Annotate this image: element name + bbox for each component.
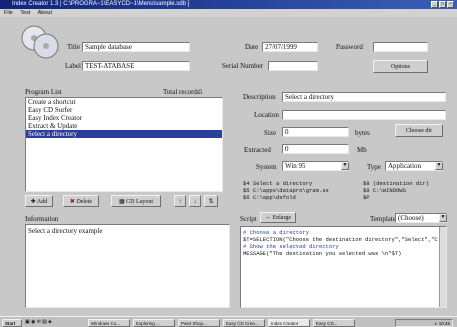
sort-icon: ⇅ xyxy=(208,199,214,205)
folder-icon[interactable]: ▤ xyxy=(42,320,47,325)
mail-icon[interactable]: ✉ xyxy=(37,320,41,325)
label-label: Label xyxy=(65,62,81,70)
arrow-up-icon: ↑ xyxy=(178,199,182,205)
sort-button[interactable]: ⇅ xyxy=(204,195,218,207)
task-button[interactable]: Exploring ... xyxy=(133,319,175,327)
start-button[interactable]: Start xyxy=(2,319,22,327)
program-list-item[interactable]: Easy Index Creator xyxy=(26,114,222,122)
serial-number-input[interactable] xyxy=(268,61,318,71)
quick-launch: ▣ ◉ ✉ ▤ ◈ xyxy=(25,319,85,327)
total-records-value: 5 xyxy=(199,88,203,96)
size-input[interactable]: 0 xyxy=(282,127,349,137)
chevron-down-icon[interactable]: ▼ xyxy=(435,162,443,170)
cd-layout-button[interactable]: ▦ CD Layout xyxy=(111,195,161,207)
system-select[interactable]: Win 95 xyxy=(282,161,349,171)
menu-bar: File Test About xyxy=(0,9,457,17)
information-header: Information xyxy=(25,215,59,223)
chevron-down-icon[interactable]: ▼ xyxy=(341,162,349,170)
script-header: Script xyxy=(240,215,257,223)
program-list-item-selected[interactable]: Select a directory xyxy=(26,130,222,138)
add-button[interactable]: ✚ Add xyxy=(25,195,53,207)
title-input[interactable]: Sample database xyxy=(82,42,190,52)
program-list-item[interactable]: Extract & Update xyxy=(26,122,222,130)
variables-right: $8 (destination dir) $9 C:\WINDOWS $P xyxy=(363,180,430,201)
program-list[interactable]: Create a shortcut Easy CD Surfer Easy In… xyxy=(25,97,223,192)
task-button[interactable]: Easy CD... xyxy=(313,319,355,327)
window-title: Index Creator 1.3 | C:\PROGRA~1\EASYCD~1… xyxy=(12,1,190,7)
total-records-label: Total records xyxy=(163,88,200,96)
script-editor[interactable]: # Choose a directory $T=SELECTION("Choos… xyxy=(240,226,447,308)
password-label: Password xyxy=(336,43,363,51)
chevron-down-icon[interactable]: ▼ xyxy=(439,214,447,222)
arrow-down-icon: ↓ xyxy=(193,199,197,205)
description-label: Description xyxy=(243,93,276,101)
tray-icon[interactable]: ◐ xyxy=(435,321,438,326)
task-button[interactable]: Paint Shop... xyxy=(178,319,220,327)
window-title-bar[interactable]: Index Creator 1.3 | C:\PROGRA~1\EASYCD~1… xyxy=(0,0,457,9)
desktop-icon[interactable]: ▣ xyxy=(25,320,30,325)
script-scrollbar[interactable] xyxy=(439,227,446,307)
move-down-button[interactable]: ↓ xyxy=(189,195,201,207)
menu-about[interactable]: About xyxy=(38,10,52,16)
cd-disc-icon xyxy=(21,25,59,59)
system-label: System xyxy=(256,163,277,171)
variables-left: $4 Select a directory $5 C:\apps\datapro… xyxy=(243,180,329,201)
system-tray: ◐ 10:45 xyxy=(395,319,453,327)
program-list-header: Program List xyxy=(25,88,62,96)
delete-button[interactable]: ✖ Delete xyxy=(63,195,99,207)
minimize-button[interactable]: _ xyxy=(431,1,438,8)
add-icon: ✚ xyxy=(30,199,36,205)
enlarge-icon: ⇔ xyxy=(264,215,271,221)
date-input[interactable]: 27/07/1999 xyxy=(262,42,318,52)
menu-test[interactable]: Test xyxy=(20,10,30,16)
delete-icon: ✖ xyxy=(69,199,75,205)
task-button[interactable]: Easy CD Crea... xyxy=(223,319,265,327)
template-label: Template xyxy=(370,215,396,223)
extracted-input[interactable]: 0 xyxy=(282,144,349,154)
size-unit: bytes xyxy=(355,129,370,137)
browser-icon[interactable]: ◉ xyxy=(31,320,35,325)
type-label: Type xyxy=(367,163,381,171)
options-button[interactable]: Options xyxy=(373,60,428,73)
serial-number-label: Serial Number xyxy=(222,62,264,70)
extracted-unit: Mb xyxy=(357,146,367,154)
password-input[interactable] xyxy=(373,42,428,52)
location-label: Location xyxy=(254,111,279,119)
information-textarea[interactable]: Select a directory example xyxy=(25,224,230,308)
size-label: Size xyxy=(264,129,277,137)
title-label: Title xyxy=(67,43,80,51)
channel-icon[interactable]: ◈ xyxy=(48,320,52,325)
enlarge-button[interactable]: ⇔ Enlarge xyxy=(260,212,296,223)
date-label: Date xyxy=(245,43,259,51)
maximize-button[interactable]: □ xyxy=(439,1,446,8)
location-input[interactable] xyxy=(282,110,446,120)
label-input[interactable]: TEST-ATABASE xyxy=(82,61,190,71)
choose-dir-button[interactable]: Choose dir xyxy=(395,124,443,137)
program-list-item[interactable]: Easy CD Surfer xyxy=(26,106,222,114)
layout-icon: ▦ xyxy=(118,199,125,205)
taskbar: Start ▣ ◉ ✉ ▤ ◈ Windows Co... Exploring … xyxy=(0,316,457,327)
extracted-label: Extracted xyxy=(244,146,271,154)
task-button[interactable]: Windows Co... xyxy=(88,319,130,327)
menu-file[interactable]: File xyxy=(4,10,13,16)
task-button-active[interactable]: Index Creator xyxy=(268,319,310,327)
move-up-button[interactable]: ↑ xyxy=(174,195,186,207)
description-input[interactable]: Select a directory xyxy=(282,92,446,102)
close-button[interactable]: × xyxy=(447,1,454,8)
program-list-item[interactable]: Create a shortcut xyxy=(26,98,222,106)
clock: 10:45 xyxy=(438,321,450,326)
